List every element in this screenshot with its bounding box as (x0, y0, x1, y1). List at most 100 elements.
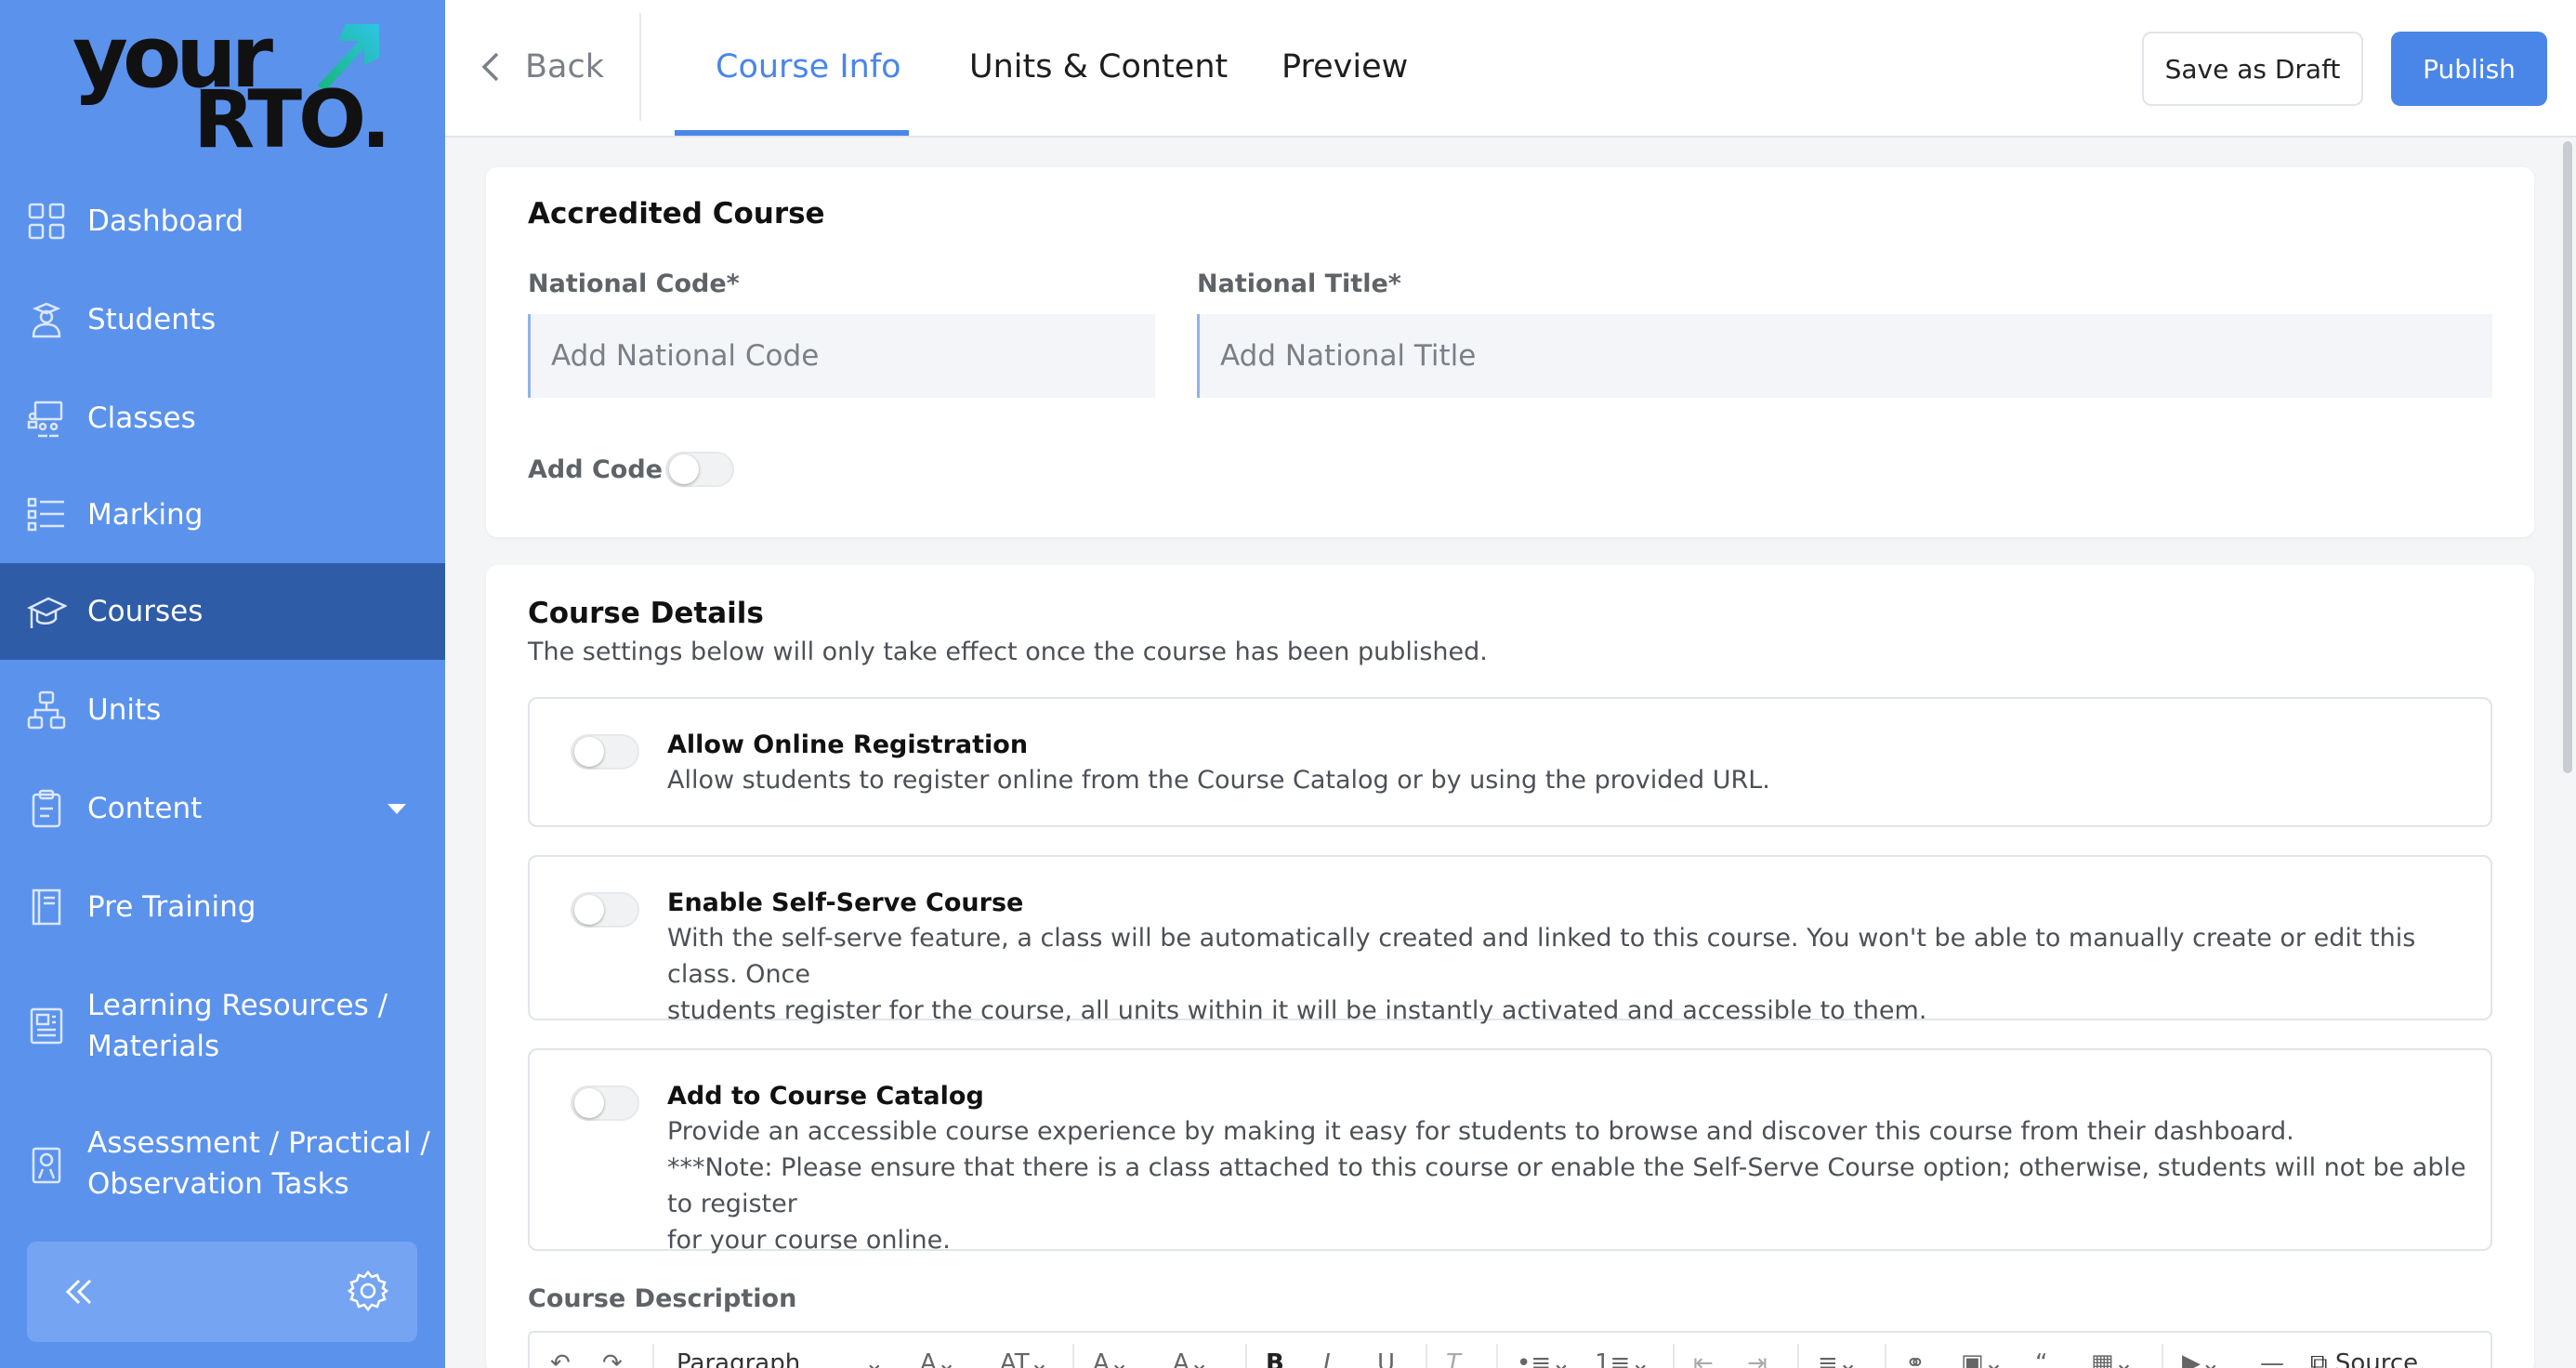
toolbar-divider (1496, 1344, 1498, 1368)
toolbar-divider (1072, 1344, 1074, 1368)
national-title-label: National Title* (1197, 270, 1401, 298)
gear-icon[interactable] (347, 1269, 389, 1312)
sidebar-item-label: Students (87, 303, 217, 336)
table-icon[interactable]: ▦⌄ (2091, 1349, 2134, 1368)
scrollbar-thumb[interactable] (2563, 141, 2572, 773)
national-code-input[interactable]: Add National Code (528, 314, 1155, 398)
sidebar-item-courses[interactable]: Courses (0, 563, 445, 660)
media-embed-icon[interactable]: ▶⌄ (2182, 1349, 2221, 1368)
redo-icon[interactable]: ↷ (602, 1349, 623, 1368)
source-button[interactable]: ⧉ Source (2310, 1349, 2418, 1368)
active-tab-indicator (675, 130, 909, 136)
dashboard-grid-icon (28, 203, 65, 240)
sidebar-item-label: Observation Tasks (87, 1167, 349, 1201)
option-allow-online-registration: Allow Online Registration Allow students… (528, 697, 2492, 827)
add-to-catalog-toggle[interactable] (571, 1085, 639, 1121)
add-code-toggle[interactable] (665, 452, 734, 487)
option-title: Allow Online Registration (667, 730, 1029, 759)
sidebar-item-pre-training[interactable]: Pre Training (0, 879, 445, 935)
save-as-draft-button[interactable]: Save as Draft (2142, 32, 2363, 106)
sidebar-item-label: Classes (87, 401, 196, 435)
collapse-sidebar-icon[interactable] (60, 1273, 98, 1310)
option-description-line: for your course online. (667, 1226, 951, 1255)
source-label: Source (2334, 1349, 2419, 1368)
enable-self-serve-toggle[interactable] (571, 892, 639, 927)
sidebar-item-marking[interactable]: Marking (0, 487, 445, 543)
undo-icon[interactable]: ↶ (550, 1349, 571, 1368)
hierarchy-icon (27, 691, 66, 730)
add-code-label: Add Code (528, 455, 663, 484)
sidebar-item-label: Marking (87, 498, 204, 532)
option-description-line: With the self-serve feature, a class wil… (667, 924, 2416, 989)
tab-course-info[interactable]: Course Info (716, 41, 901, 93)
remove-format-icon[interactable]: T (1446, 1349, 1461, 1368)
chevron-down-icon[interactable] (388, 804, 406, 814)
sidebar-item-classes[interactable]: Classes (0, 390, 445, 446)
link-icon[interactable]: ⚭ (1905, 1349, 1925, 1368)
section-title: Accredited Course (528, 197, 825, 230)
checklist-icon (27, 497, 64, 532)
publish-button[interactable]: Publish (2391, 32, 2547, 106)
background-color-icon[interactable]: A⌄ (1173, 1349, 1210, 1368)
align-icon[interactable]: ≡⌄ (1818, 1349, 1859, 1368)
top-bar: Back Course Info Units & Content Preview… (445, 0, 2576, 138)
toolbar-divider (1885, 1344, 1886, 1368)
sidebar-item-label: Assessment / Practical / (87, 1126, 430, 1160)
sidebar-item-label: Units (87, 693, 162, 727)
book-icon (32, 888, 61, 926)
sidebar-item-learning-resources[interactable]: Learning Resources / Materials (0, 981, 445, 1071)
national-code-label: National Code* (528, 270, 740, 298)
toolbar-divider (1673, 1344, 1675, 1368)
sidebar-item-units[interactable]: Units (0, 682, 445, 738)
font-family-icon[interactable]: A⌄ (920, 1349, 957, 1368)
toolbar-divider (2162, 1344, 2163, 1368)
bold-icon[interactable]: B (1266, 1349, 1284, 1368)
sidebar-item-label: Learning Resources / (87, 989, 388, 1022)
brand-logo[interactable]: your RTO. (72, 15, 391, 161)
course-description-label: Course Description (528, 1284, 797, 1313)
sidebar-item-students[interactable]: Students (0, 292, 445, 348)
tab-preview[interactable]: Preview (1281, 41, 1408, 93)
section-title: Course Details (528, 597, 764, 630)
student-icon (32, 302, 61, 338)
image-icon[interactable]: ▣⌄ (1961, 1349, 2004, 1368)
outdent-icon[interactable]: ⇤ (1693, 1349, 1714, 1368)
underline-icon[interactable]: U (1377, 1349, 1395, 1368)
paragraph-format-select[interactable]: Paragraph (677, 1349, 800, 1368)
sidebar-item-content[interactable]: Content (0, 781, 445, 836)
graduation-icon (27, 597, 67, 628)
option-description: Allow students to register online from t… (667, 762, 1770, 798)
chevron-down-icon[interactable]: ⌄ (864, 1349, 885, 1368)
sidebar-item-dashboard[interactable]: Dashboard (0, 193, 445, 249)
numbered-list-icon[interactable]: 1≡⌄ (1595, 1349, 1650, 1368)
sidebar-item-label: Dashboard (87, 204, 244, 238)
italic-icon[interactable]: I (1323, 1349, 1331, 1368)
allow-online-registration-toggle[interactable] (571, 734, 639, 770)
section-subtitle: The settings below will only take effect… (528, 638, 1488, 666)
toolbar-divider (652, 1344, 654, 1368)
sidebar-item-label: Pre Training (87, 890, 256, 924)
option-title: Enable Self-Serve Course (667, 888, 1024, 917)
sidebar-footer (27, 1242, 417, 1342)
back-button[interactable]: Back (479, 41, 604, 93)
toolbar-divider (1245, 1344, 1247, 1368)
toolbar-divider (1426, 1344, 1427, 1368)
horizontal-line-icon[interactable]: — (2260, 1349, 2284, 1368)
assessment-icon (32, 1147, 61, 1184)
font-color-icon[interactable]: A⌄ (1093, 1349, 1130, 1368)
bulleted-list-icon[interactable]: •≡⌄ (1517, 1349, 1571, 1368)
blockquote-icon[interactable]: “ (2035, 1349, 2047, 1368)
option-description: With the self-serve feature, a class wil… (667, 920, 2491, 1029)
sidebar-item-assessment[interactable]: Assessment / Practical / Observation Tas… (0, 1119, 445, 1208)
option-description-line: Allow students to register online from t… (667, 766, 1770, 795)
indent-icon[interactable]: ⇥ (1747, 1349, 1768, 1368)
logo-text-bottom: RTO. (193, 73, 391, 166)
option-add-to-catalog: Add to Course Catalog Provide an accessi… (528, 1048, 2492, 1255)
divider (639, 13, 641, 121)
option-description-line: ***Note: Please ensure that there is a c… (667, 1153, 2466, 1218)
national-title-input[interactable]: Add National Title (1197, 314, 2492, 398)
option-title: Add to Course Catalog (667, 1082, 984, 1111)
font-size-icon[interactable]: AT⌄ (1000, 1349, 1049, 1368)
sidebar-item-label: Courses (87, 595, 204, 628)
tab-units-content[interactable]: Units & Content (969, 41, 1228, 93)
